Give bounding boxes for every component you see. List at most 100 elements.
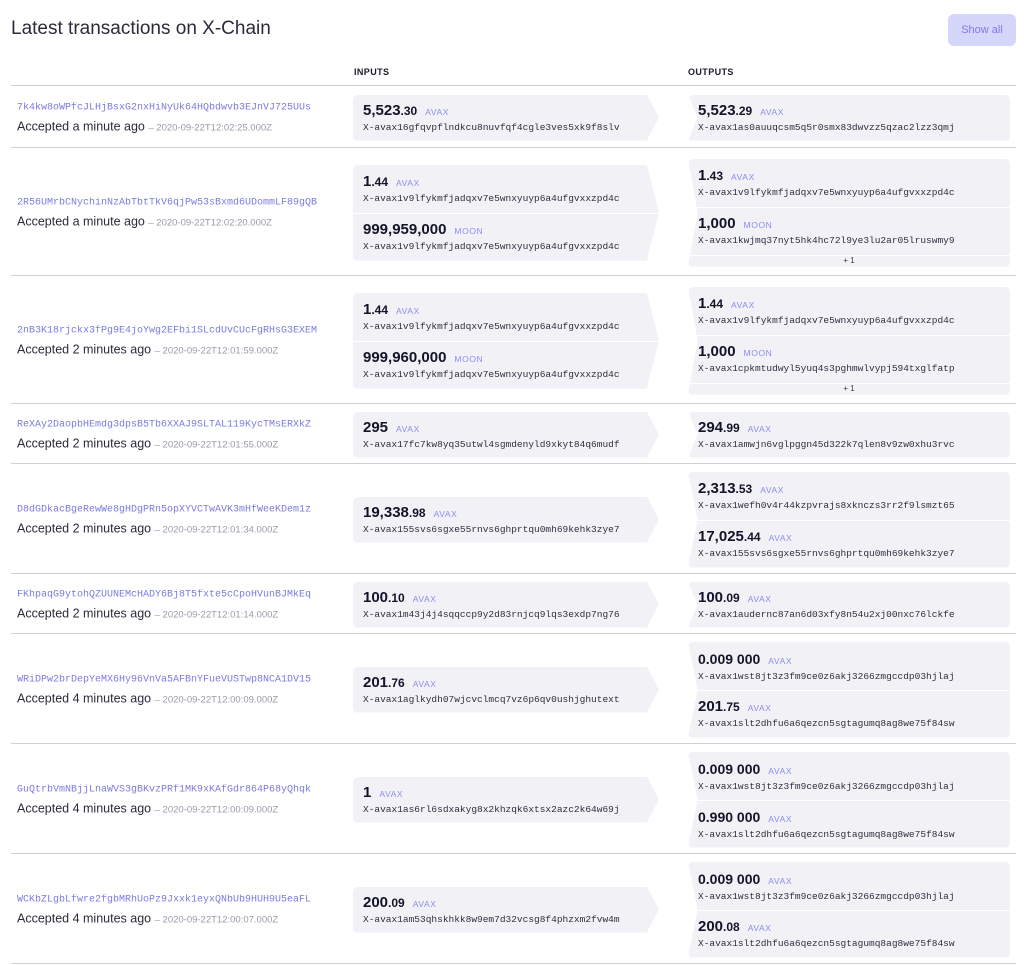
input-address[interactable]: X-avax16gfqvpflndkcu8nuvfqf4cgle3ves5xk9… xyxy=(363,122,649,133)
input-address[interactable]: X-avax1v9lfykmfjadqxv7e5wnxyuyp6a4ufgvxx… xyxy=(363,369,649,380)
transaction-status: Accepted 4 minutes ago – 2020-09-22T12:0… xyxy=(17,911,347,925)
entry-divider xyxy=(688,206,1010,208)
more-outputs-indicator[interactable]: + 1 xyxy=(688,384,1010,393)
transaction-id-link[interactable]: D8dGDkacBgeRewWe8gHDgPRn5opXYVCTwAVK3mHf… xyxy=(17,504,347,515)
output-address[interactable]: X-avax1amwjn6vglpggn45d322k7qlen8v9zw0xh… xyxy=(698,439,1000,450)
amount-decimal: .44 xyxy=(706,296,724,311)
output-amount: 294.99 AVAX xyxy=(698,419,1000,438)
output-address[interactable]: X-avax1v9lfykmfjadqxv7e5wnxyuyp6a4ufgvxx… xyxy=(698,187,1000,198)
amount-decimal: .29 xyxy=(735,103,753,118)
inputs-box: 1.44 AVAX X-avax1v9lfykmfjadqxv7e5wnxyuyp6… xyxy=(353,164,659,261)
input-address[interactable]: X-avax1v9lfykmfjadqxv7e5wnxyuyp6a4ufgvxx… xyxy=(363,241,649,252)
outputs-column-header: OUTPUTS xyxy=(688,67,734,77)
output-address[interactable]: X-avax1cpkmtudwyl5yuq4s3pghmwlvypj594txg… xyxy=(698,363,1000,374)
status-text: Accepted a minute ago xyxy=(17,119,145,133)
more-outputs-indicator[interactable]: + 1 xyxy=(688,256,1010,265)
transaction-id-link[interactable]: WRiDPw2brDepYeMX6Hy96VnVa5AFBnYFueVUSTwp… xyxy=(17,674,347,685)
amount-decimal: .44 xyxy=(371,302,389,317)
entry-divider xyxy=(688,909,1010,911)
output-address[interactable]: X-avax1kwjmq37nyt5hk4hc72l9ye3lu2ar05lru… xyxy=(698,235,1000,246)
output-amount: 100.09 AVAX xyxy=(698,589,1000,608)
output-address[interactable]: X-avax1audernc87an6d03xfy8n54u2xj00nxc76… xyxy=(698,609,1000,620)
input-amount: 100.10 AVAX xyxy=(363,589,649,608)
amount-decimal: .09 xyxy=(723,590,740,605)
asset-symbol: AVAX xyxy=(760,484,785,495)
inputs-column-header: INPUTS xyxy=(354,67,390,77)
input-entry: 295 AVAX X-avax17fc7kw8yq35utwl4sgmdenyld9… xyxy=(363,419,649,450)
output-address[interactable]: X-avax1v9lfykmfjadqxv7e5wnxyuyp6a4ufgvxx… xyxy=(698,315,1000,326)
output-address[interactable]: X-avax1as0auuqcsm5q5r0smx83dwvzz5qzac2lz… xyxy=(698,122,1000,133)
input-address[interactable]: X-avax1am53qhskhkk8w9em7d32vcsg8f4phzxm2… xyxy=(363,914,649,925)
input-address[interactable]: X-avax155svs6sgxe55rnvs6ghprtqu0mh69kehk… xyxy=(363,524,649,535)
input-entry: 5,523.30 AVAX X-avax16gfqvpflndkcu8nuvfqf4… xyxy=(363,102,649,133)
transaction-row: 2R56UMrbCNychinNzAbTbtTkV6qjPw53sBxmd6UD… xyxy=(11,148,1016,276)
input-address[interactable]: X-avax1v9lfykmfjadqxv7e5wnxyuyp6a4ufgvxx… xyxy=(363,321,649,332)
input-amount: 999,960,000 MOON xyxy=(363,349,649,368)
status-text: Accepted 4 minutes ago xyxy=(17,911,152,925)
input-amount: 5,523.30 AVAX xyxy=(363,102,649,121)
transaction-timestamp: – 2020-09-22T12:01:34.000Z xyxy=(154,524,279,535)
output-address[interactable]: X-avax1wst8jt3z3fm9ce0z6akj3266zmgccdp03… xyxy=(698,781,1000,792)
input-address[interactable]: X-avax17fc7kw8yq35utwl4sgmdenyld9xkyt84q… xyxy=(363,439,649,450)
output-address[interactable]: X-avax1wst8jt3z3fm9ce0z6akj3266zmgccdp03… xyxy=(698,671,1000,682)
input-amount: 1 AVAX xyxy=(363,784,649,803)
amount-integer: 17,025 xyxy=(698,527,744,545)
transaction-id-link[interactable]: 2R56UMrbCNychinNzAbTbtTkV6qjPw53sBxmd6UD… xyxy=(17,197,347,208)
outputs-box: 0.009 000 AVAX X-avax1wst8jt3z3fm9ce0z6akj… xyxy=(688,751,1010,848)
amount-decimal: .98 xyxy=(408,505,426,520)
show-all-button[interactable]: Show all xyxy=(948,14,1016,46)
output-address[interactable]: X-avax1slt2dhfu6a6qezcn5sgtagumq8ag8we75… xyxy=(698,829,1000,840)
output-amount: 0.009 000 AVAX xyxy=(698,650,1000,670)
transaction-id-link[interactable]: 7k4kw8oWPfcJLHjBsxG2nxHiNyUk64HQbdwvb3EJ… xyxy=(17,102,347,113)
transaction-timestamp: – 2020-09-22T12:00:09.000Z xyxy=(154,694,279,705)
output-amount: 201.75 AVAX xyxy=(698,698,1000,717)
output-amount: 5,523.29 AVAX xyxy=(698,102,1000,121)
amount-decimal: .53 xyxy=(735,481,753,496)
amount-decimal: .76 xyxy=(388,675,405,690)
amount-integer: 100 xyxy=(698,588,724,606)
output-entry: 1.43 AVAX X-avax1v9lfykmfjadqxv7e5wnxyuyp6… xyxy=(698,167,1000,198)
inputs-box: 1.44 AVAX X-avax1v9lfykmfjadqxv7e5wnxyuyp6… xyxy=(353,292,659,389)
output-address[interactable]: X-avax1slt2dhfu6a6qezcn5sgtagumq8ag8we75… xyxy=(698,938,1000,949)
input-address[interactable]: X-avax1v9lfykmfjadqxv7e5wnxyuyp6a4ufgvxx… xyxy=(363,193,649,204)
output-entry: 0.009 000 AVAX X-avax1wst8jt3z3fm9ce0z6akj… xyxy=(698,760,1000,792)
transaction-summary: WCKbZLgbLfwre2fgbMRhUoPz9Jxxk1eyxQNbUb9H… xyxy=(17,894,347,925)
transaction-status: Accepted 2 minutes ago – 2020-09-22T12:0… xyxy=(17,606,347,620)
transaction-status: Accepted 2 minutes ago – 2020-09-22T12:0… xyxy=(17,521,347,535)
transaction-id-link[interactable]: GuQtrbVmNBjjLnaWVS3gBKvzPRf1MK9xKAfGdr86… xyxy=(17,784,347,795)
transaction-id-link[interactable]: WCKbZLgbLfwre2fgbMRhUoPz9Jxxk1eyxQNbUb9H… xyxy=(17,894,347,905)
asset-symbol: AVAX xyxy=(768,875,793,886)
input-address[interactable]: X-avax1as6rl6sdxakyg8x2khzqk6xtsx2azc2k6… xyxy=(363,804,649,815)
amount-decimal: .44 xyxy=(371,174,389,189)
output-address[interactable]: X-avax155svs6sgxe55rnvs6ghprtqu0mh69kehk… xyxy=(698,548,1000,559)
output-address[interactable]: X-avax1wst8jt3z3fm9ce0z6akj3266zmgccdp03… xyxy=(698,891,1000,902)
transaction-id-link[interactable]: FKhpaqG9ytohQZUUNEMcHADY6Bj8T5fxte5cCpoH… xyxy=(17,589,347,600)
transaction-summary: FKhpaqG9ytohQZUUNEMcHADY6Bj8T5fxte5cCpoH… xyxy=(17,589,347,620)
entry-divider xyxy=(353,340,659,342)
output-address[interactable]: X-avax1slt2dhfu6a6qezcn5sgtagumq8ag8we75… xyxy=(698,718,1000,729)
transaction-summary: ReXAy2DaopbHEmdg3dpsB5Tb6XXAJ9SLTAL119Ky… xyxy=(17,419,347,450)
input-entry: 1.44 AVAX X-avax1v9lfykmfjadqxv7e5wnxyuyp6… xyxy=(363,173,649,204)
asset-symbol: AVAX xyxy=(747,423,772,434)
amount-integer: 5,523 xyxy=(363,101,401,119)
input-address[interactable]: X-avax1m43j4j4sqqccp9y2d83rnjcq9lqs3exdp… xyxy=(363,609,649,620)
page-header: Latest transactions on X-Chain Show all xyxy=(0,0,1024,62)
input-entry: 999,959,000 MOON X-avax1v9lfykmfjadqxv7e5w… xyxy=(363,221,649,252)
asset-symbol: AVAX xyxy=(747,593,772,604)
input-address[interactable]: X-avax1aglkydh07wjcvclmcq7vz6p6qv0ushjgh… xyxy=(363,694,649,705)
transaction-id-link[interactable]: ReXAy2DaopbHEmdg3dpsB5Tb6XXAJ9SLTAL119Ky… xyxy=(17,419,347,430)
amount-integer: 201 xyxy=(363,673,389,691)
transaction-timestamp: – 2020-09-22T12:01:59.000Z xyxy=(154,345,279,356)
asset-symbol: AVAX xyxy=(747,702,772,713)
transaction-summary: D8dGDkacBgeRewWe8gHDgPRn5opXYVCTwAVK3mHf… xyxy=(17,504,347,535)
output-address[interactable]: X-avax1wefh0v4r44kzpvrajs8xknczs3rr2f9ls… xyxy=(698,500,1000,511)
transaction-id-link[interactable]: 2nB3K18rjckx3fPg9E4joYwg2EFbi1SLcdUvCUcF… xyxy=(17,325,347,336)
amount-integer: 0 xyxy=(698,870,706,887)
output-entry: 5,523.29 AVAX X-avax1as0auuqcsm5q5r0smx83d… xyxy=(698,102,1000,133)
asset-symbol: AVAX xyxy=(412,678,437,689)
input-entry: 200.09 AVAX X-avax1am53qhskhkk8w9em7d32vcs… xyxy=(363,894,649,925)
amount-decimal: .08 xyxy=(723,919,740,934)
asset-symbol: AVAX xyxy=(768,655,793,666)
amount-integer: 5,523 xyxy=(698,101,736,119)
transaction-status: Accepted a minute ago – 2020-09-22T12:02… xyxy=(17,214,347,228)
